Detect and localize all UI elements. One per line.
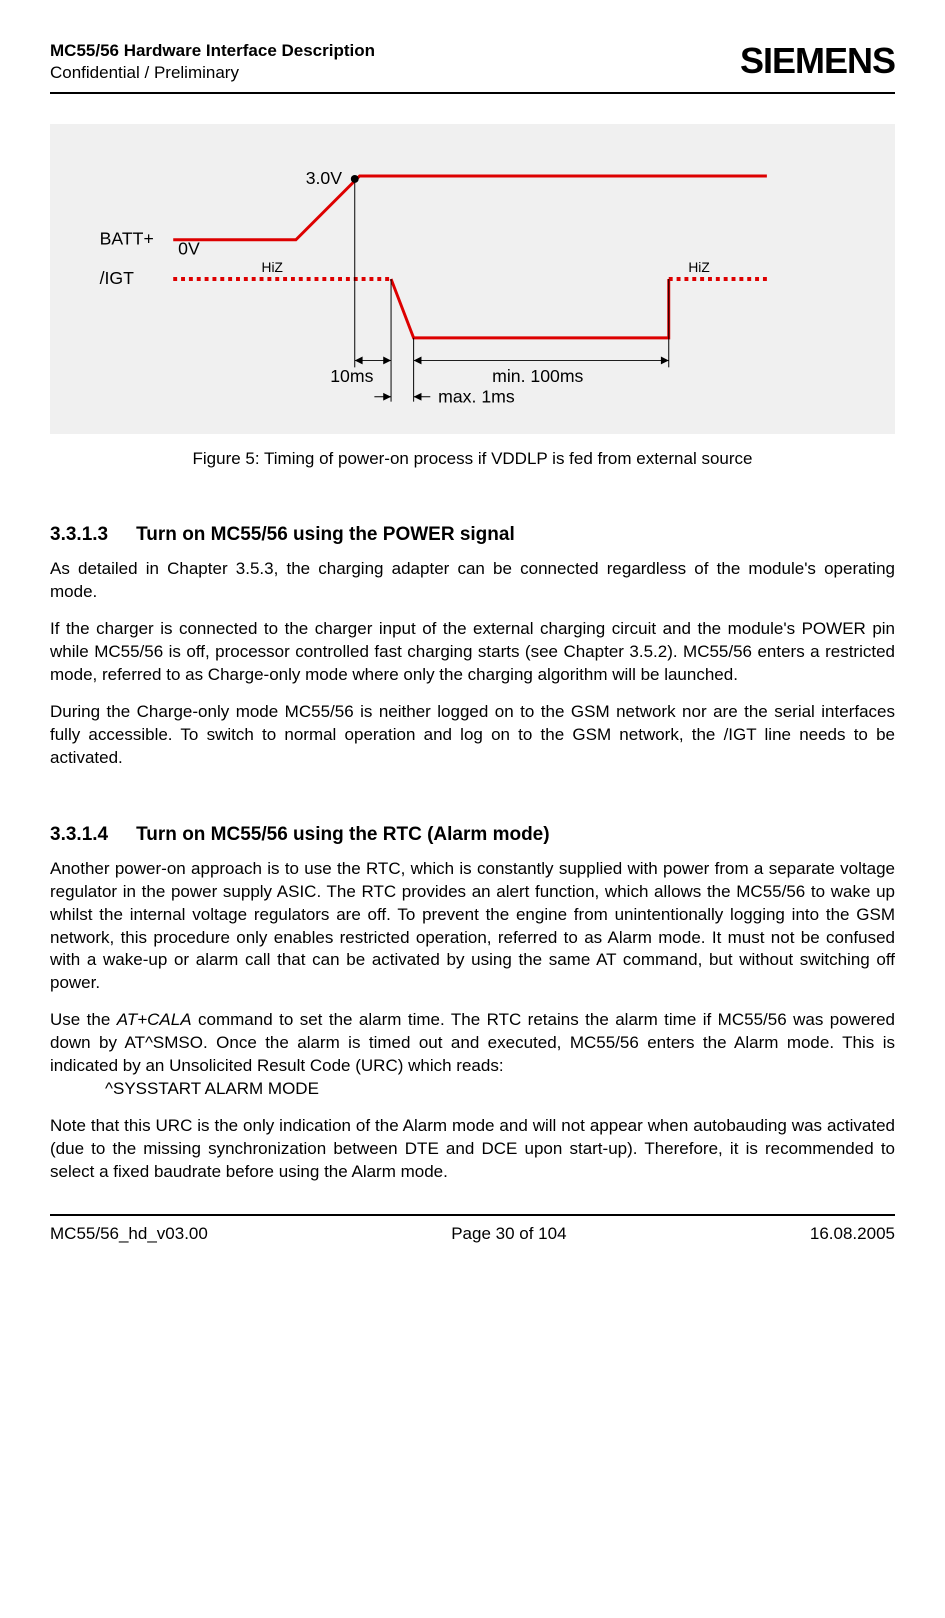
section-title-3313: Turn on MC55/56 using the POWER signal <box>136 524 515 545</box>
doc-subtitle: Confidential / Preliminary <box>50 62 375 84</box>
timing-diagram-svg: BATT+ 0V 3.0V /IGT HiZ HiZ <box>80 144 865 414</box>
document-page: MC55/56 Hardware Interface Description C… <box>0 0 945 1274</box>
at-cala-cmd: AT+CALA <box>117 1010 192 1029</box>
s1-p3: During the Charge-only mode MC55/56 is n… <box>50 701 895 770</box>
max-1ms-label: max. 1ms <box>438 387 515 407</box>
min-100ms-label: min. 100ms <box>492 366 583 386</box>
arrow-10ms-l <box>355 357 363 365</box>
section-number-3313: 3.3.1.3 <box>50 524 108 546</box>
section-title-3314: Turn on MC55/56 using the RTC (Alarm mod… <box>136 824 549 845</box>
s1-p1: As detailed in Chapter 3.5.3, the chargi… <box>50 558 895 604</box>
footer-center: Page 30 of 104 <box>451 1224 566 1244</box>
ten-ms-label: 10ms <box>330 366 373 386</box>
arrow-100ms-l <box>414 357 422 365</box>
s1-p2: If the charger is connected to the charg… <box>50 618 895 687</box>
three-v-label: 3.0V <box>306 168 343 188</box>
arrow-10ms-r <box>383 357 391 365</box>
section-gap <box>50 784 895 824</box>
header-left-block: MC55/56 Hardware Interface Description C… <box>50 40 375 84</box>
s2-p3: Note that this URC is the only indicatio… <box>50 1115 895 1184</box>
hiz-left-label: HiZ <box>262 260 283 275</box>
s2-p2-prefix: Use the <box>50 1010 117 1029</box>
urc-line: ^SYSSTART ALARM MODE <box>50 1078 895 1101</box>
arrow-1ms-r <box>414 393 422 401</box>
arrow-100ms-r <box>661 357 669 365</box>
arrow-1ms-l <box>383 393 391 401</box>
footer-left: MC55/56_hd_v03.00 <box>50 1224 208 1244</box>
siemens-logo: SIEMENS <box>740 40 895 82</box>
timing-diagram: BATT+ 0V 3.0V /IGT HiZ HiZ <box>50 124 895 434</box>
doc-title: MC55/56 Hardware Interface Description <box>50 40 375 62</box>
igt-pulse <box>391 279 669 338</box>
figure-caption: Figure 5: Timing of power-on process if … <box>50 449 895 469</box>
section-heading-3313: 3.3.1.3 Turn on MC55/56 using the POWER s… <box>50 524 895 546</box>
igt-label: /IGT <box>100 268 135 288</box>
batt-label: BATT+ <box>100 229 154 249</box>
section-heading-3314: 3.3.1.4 Turn on MC55/56 using the RTC (Al… <box>50 824 895 846</box>
s2-p1: Another power-on approach is to use the … <box>50 858 895 996</box>
batt-trace <box>173 176 767 240</box>
page-footer: MC55/56_hd_v03.00 Page 30 of 104 16.08.2… <box>50 1214 895 1244</box>
hiz-right-label: HiZ <box>688 260 709 275</box>
footer-right: 16.08.2005 <box>810 1224 895 1244</box>
page-header: MC55/56 Hardware Interface Description C… <box>50 40 895 94</box>
section-number-3314: 3.3.1.4 <box>50 824 108 846</box>
zero-v-label: 0V <box>178 239 200 259</box>
s2-p2: Use the AT+CALA command to set the alarm… <box>50 1009 895 1078</box>
